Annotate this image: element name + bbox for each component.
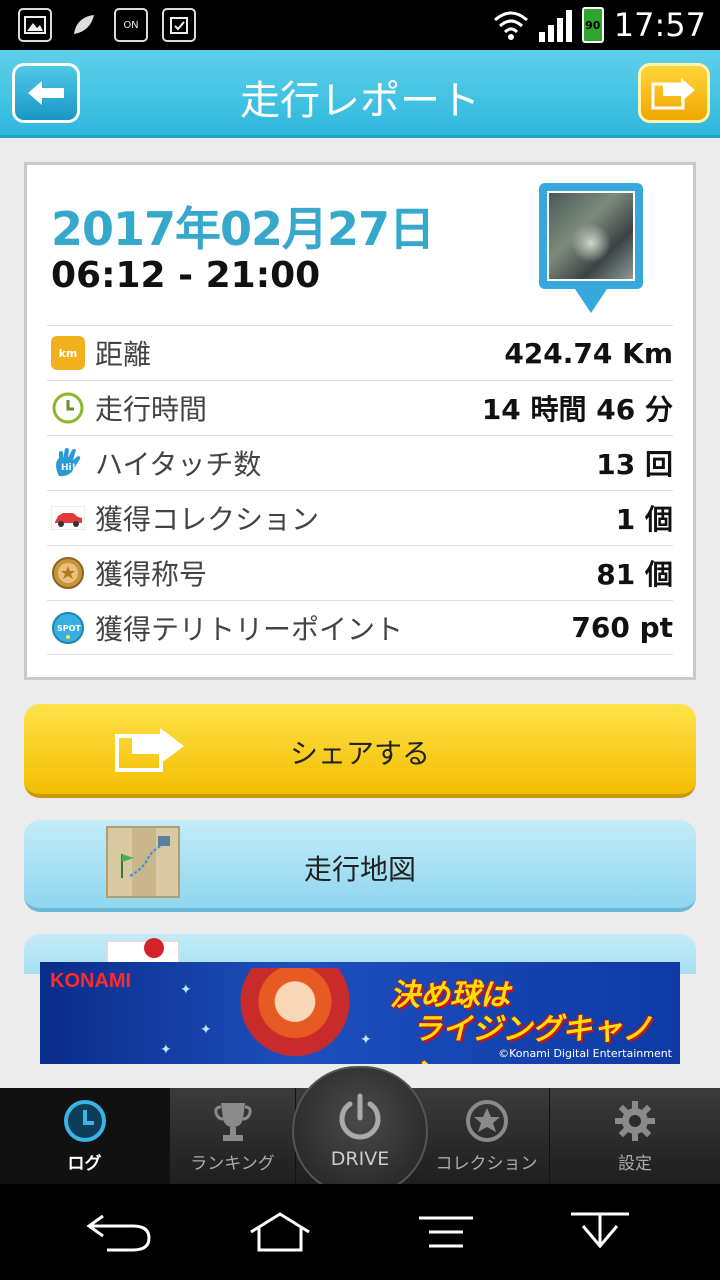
clipboard-icon: [162, 8, 196, 42]
leaf-icon: [66, 8, 100, 42]
drive-label: DRIVE: [330, 1148, 390, 1170]
banner-character: [230, 968, 360, 1064]
stat-value: 13 回: [596, 448, 673, 481]
star-icon: [465, 1099, 509, 1143]
system-nav-bar: [0, 1184, 720, 1280]
drive-button[interactable]: DRIVE: [292, 1066, 428, 1196]
stat-value: 760 pt: [571, 611, 673, 644]
report-date: 2017年02月27日: [51, 202, 435, 256]
konami-logo: KONAMI: [50, 970, 132, 992]
tab-log[interactable]: ログ: [0, 1088, 170, 1184]
stat-row-high-touch: Hi! ハイタッチ数 13 回: [47, 435, 673, 490]
photo-thumbnail[interactable]: [539, 183, 643, 313]
status-bar: ON 90 17:57: [0, 0, 720, 50]
clock-icon: [51, 391, 85, 425]
share-top-button[interactable]: [638, 63, 710, 123]
ad-banner[interactable]: ✦ ✦ ✦ ✦ KONAMI 決め球は ライジングキャノン ©Konami Di…: [40, 962, 680, 1064]
hand-icon: Hi!: [51, 446, 85, 480]
nav-back-button[interactable]: [78, 1206, 158, 1258]
stat-label: 距離: [95, 338, 152, 371]
stat-row-collection: 獲得コレクション 1 個: [47, 490, 673, 545]
svg-text:Hi!: Hi!: [61, 463, 76, 473]
wifi-icon: [493, 10, 529, 40]
stat-label: 獲得称号: [95, 558, 208, 591]
battery-icon: 90: [581, 7, 604, 43]
tab-label: コレクション: [435, 1153, 538, 1174]
route-map-button[interactable]: 走行地図: [24, 820, 696, 912]
stats-list: km 距離 424.74 Km 走行時間 14 時間 46 分 Hi! ハイタッ…: [47, 325, 673, 655]
nav-down-button[interactable]: [560, 1206, 640, 1258]
report-time-range: 06:12 - 21:00: [51, 255, 321, 296]
stat-value: 81 個: [596, 558, 673, 591]
tab-settings[interactable]: 設定: [550, 1088, 720, 1184]
gear-icon: [613, 1099, 657, 1143]
banner-copyright: ©Konami Digital Entertainment: [498, 1047, 672, 1060]
stat-row-titles: 獲得称号 81 個: [47, 545, 673, 600]
route-map-label: 走行地図: [303, 853, 416, 886]
image-icon: [18, 8, 52, 42]
tab-label: 設定: [618, 1153, 652, 1174]
svg-text:SPOT: SPOT: [57, 624, 81, 633]
clock-icon: [63, 1099, 107, 1143]
stat-label: 獲得テリトリーポイント: [95, 612, 404, 646]
stat-value: 1 個: [615, 503, 673, 536]
stat-row-distance: km 距離 424.74 Km: [47, 325, 673, 380]
battery-level: 90: [585, 18, 601, 32]
share-icon: [651, 78, 695, 110]
stat-value: 14 時間 46 分: [481, 393, 673, 426]
stat-row-drive-time: 走行時間 14 時間 46 分: [47, 380, 673, 435]
stat-value: 424.74 Km: [504, 336, 673, 370]
voice-on-label: ON: [123, 19, 139, 31]
medal-icon: [51, 556, 85, 590]
voice-on-icon: ON: [114, 8, 148, 42]
menu-icon: [419, 1216, 473, 1248]
share-button-label: シェアする: [289, 737, 430, 770]
tab-collection[interactable]: コレクション: [424, 1088, 550, 1184]
km-icon: km: [51, 336, 85, 370]
share-button[interactable]: シェアする: [24, 704, 696, 798]
spot-icon: SPOT: [51, 611, 85, 645]
back-arrow-icon: [86, 1214, 151, 1252]
stat-label: 走行時間: [95, 393, 208, 426]
arrow-down-icon: [571, 1212, 629, 1249]
stat-label: 獲得コレクション: [95, 503, 320, 536]
tab-label: ランキング: [190, 1153, 275, 1174]
home-icon: [250, 1212, 310, 1252]
nav-home-button[interactable]: [240, 1206, 320, 1258]
app-header: 走行レポート: [0, 50, 720, 138]
nav-menu-button[interactable]: [406, 1206, 486, 1258]
clock-time: 17:57: [613, 6, 706, 44]
stat-label: ハイタッチ数: [95, 448, 262, 481]
stat-row-territory: SPOT 獲得テリトリーポイント 760 pt: [47, 600, 673, 655]
signal-icon: [538, 8, 572, 42]
trophy-icon: [211, 1099, 255, 1143]
tab-ranking[interactable]: ランキング: [170, 1088, 296, 1184]
page-title: 走行レポート: [240, 78, 480, 124]
power-icon: [339, 1093, 381, 1140]
tab-label: ログ: [67, 1153, 102, 1174]
car-icon: [51, 501, 85, 535]
report-card: 2017年02月27日 06:12 - 21:00 km 距離 424.74 K…: [24, 162, 696, 680]
photo-image: [547, 191, 635, 281]
